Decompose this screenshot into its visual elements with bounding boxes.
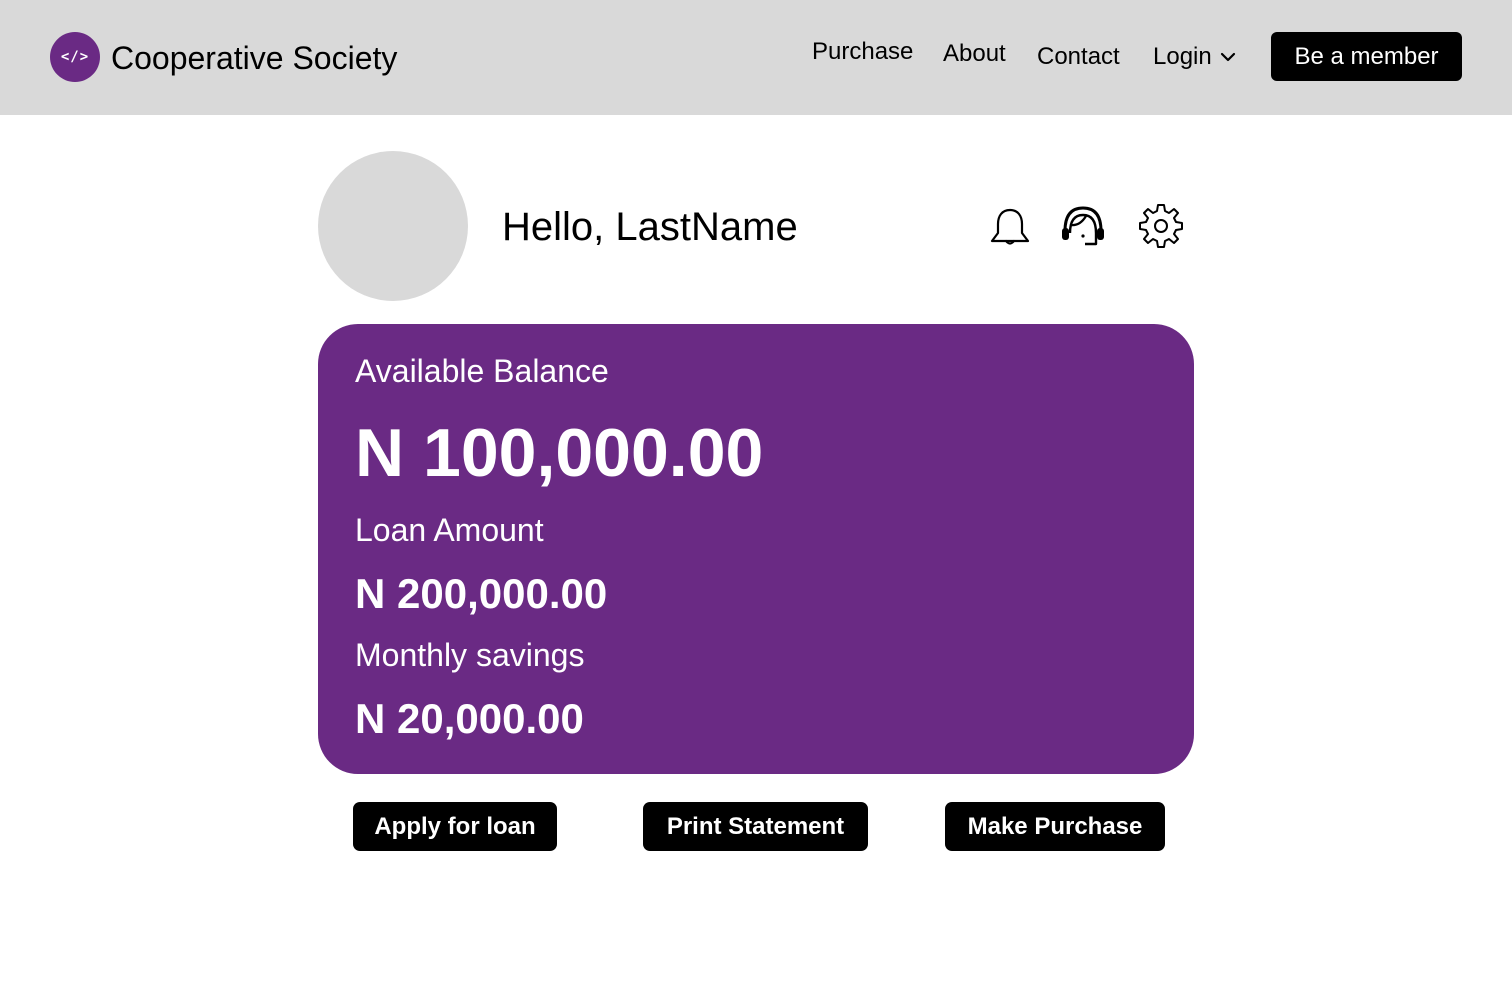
nav-link-purchase[interactable]: Purchase: [812, 37, 913, 67]
available-balance-value: N 100,000.00: [355, 415, 764, 491]
top-navbar: </> Cooperative Society Purchase About C…: [0, 0, 1512, 115]
be-a-member-button[interactable]: Be a member: [1271, 32, 1462, 81]
nav-link-contact[interactable]: Contact: [1037, 42, 1120, 72]
bell-icon[interactable]: [985, 201, 1035, 251]
apply-for-loan-button[interactable]: Apply for loan: [353, 802, 557, 851]
print-statement-button[interactable]: Print Statement: [643, 802, 868, 851]
loan-amount-value: N 200,000.00: [355, 570, 608, 617]
avatar[interactable]: [318, 151, 468, 301]
monthly-savings-value: N 20,000.00: [355, 695, 584, 742]
available-balance-label: Available Balance: [355, 353, 609, 389]
support-agent-icon[interactable]: [1058, 201, 1108, 251]
logo-icon[interactable]: </>: [50, 32, 100, 82]
make-purchase-button[interactable]: Make Purchase: [945, 802, 1165, 851]
greeting-text: Hello, LastName: [502, 205, 798, 249]
monthly-savings-label: Monthly savings: [355, 637, 585, 673]
gear-icon[interactable]: [1136, 200, 1186, 250]
loan-amount-label: Loan Amount: [355, 512, 544, 548]
nav-link-login[interactable]: Login: [1153, 42, 1212, 72]
balance-card: Available Balance N 100,000.00 Loan Amou…: [318, 324, 1194, 774]
nav-link-about[interactable]: About: [943, 39, 1006, 69]
brand-name[interactable]: Cooperative Society: [111, 38, 397, 78]
chevron-down-icon[interactable]: [1220, 51, 1236, 63]
